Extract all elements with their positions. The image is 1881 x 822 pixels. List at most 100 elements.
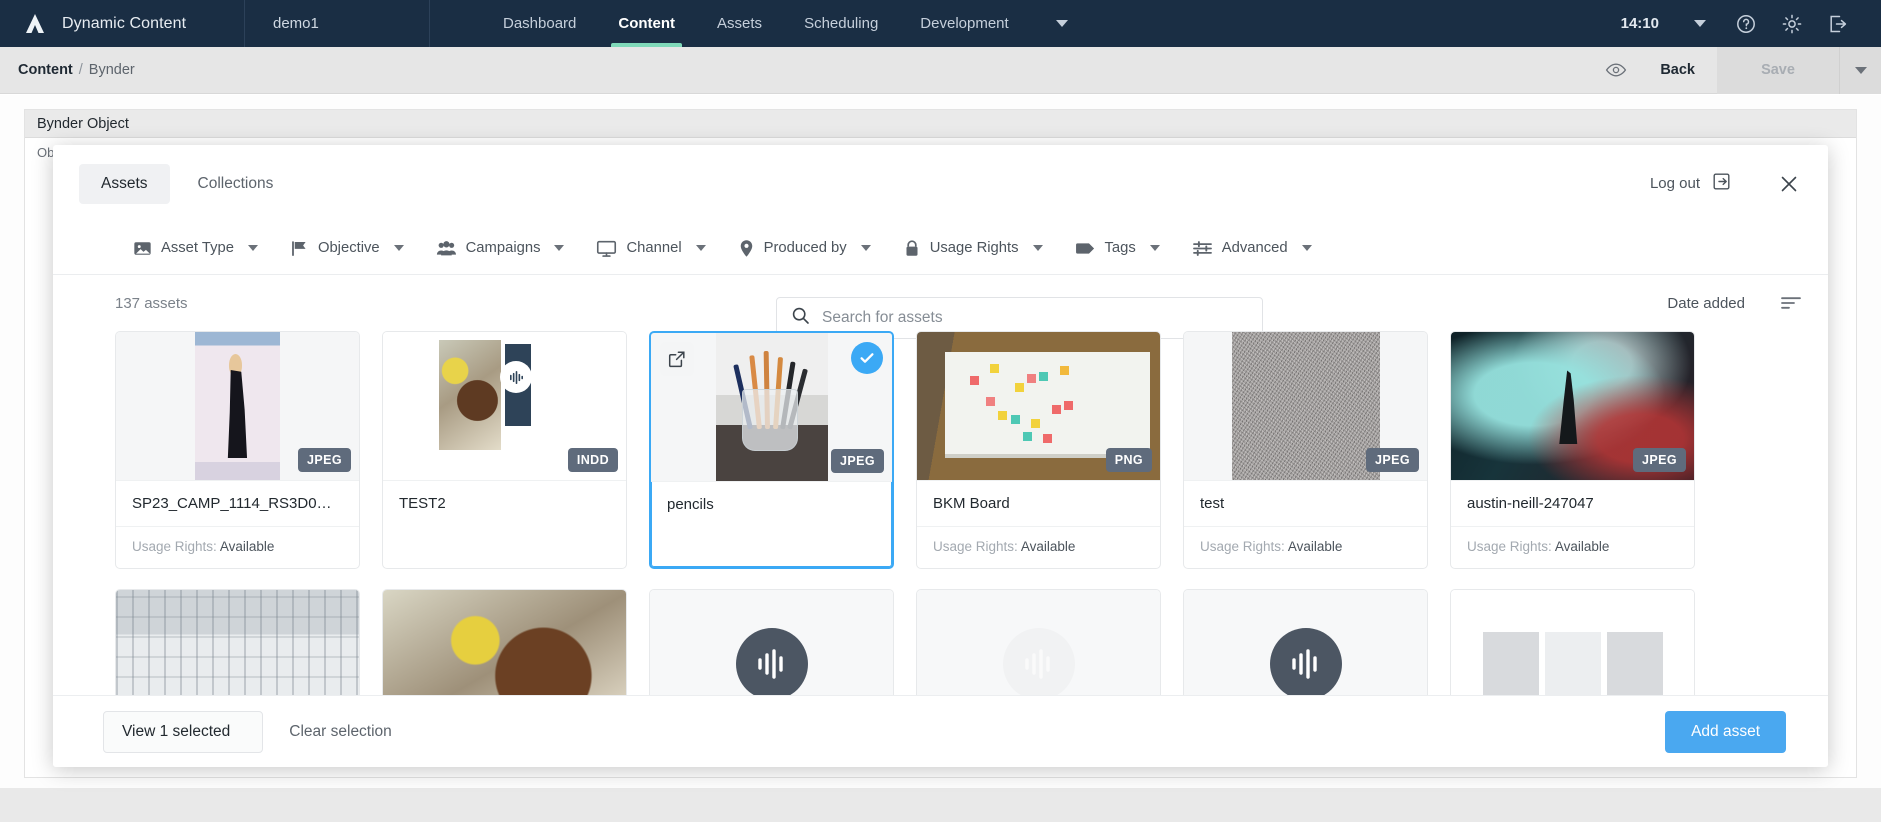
sliders-icon xyxy=(1192,239,1213,258)
asset-thumbnail xyxy=(1184,590,1427,695)
clock-dropdown-chevron-down-icon[interactable] xyxy=(1677,0,1723,47)
filter-objective-label: Objective xyxy=(318,240,380,256)
audio-waveform-icon xyxy=(736,628,808,695)
thumbnail-image-noise xyxy=(1232,332,1380,480)
gear-icon[interactable] xyxy=(1769,0,1815,47)
format-badge: JPEG xyxy=(1366,448,1419,472)
nav-tab-assets[interactable]: Assets xyxy=(696,0,783,47)
filter-asset-type[interactable]: Asset Type xyxy=(133,233,272,264)
filter-advanced[interactable]: Advanced xyxy=(1192,233,1326,264)
filter-channel[interactable]: Channel xyxy=(596,233,719,264)
brand-area[interactable]: Dynamic Content xyxy=(0,0,245,47)
sort-controls: Date added xyxy=(1667,295,1802,312)
asset-card-selected[interactable]: JPEG pencils xyxy=(649,331,894,569)
modal-tab-group: Assets Collections xyxy=(79,164,295,204)
selected-checkmark-icon[interactable] xyxy=(851,342,883,374)
usage-rights-label: Usage Rights: xyxy=(1467,539,1552,554)
asset-count: 137 assets xyxy=(115,295,188,312)
thumbnail-image-pencils xyxy=(716,333,828,481)
asset-thumbnail: JPEG xyxy=(1451,332,1694,480)
asset-usage-rights: Usage Rights: Available xyxy=(917,526,1160,568)
sort-direction-icon[interactable] xyxy=(1780,295,1802,311)
log-out-button[interactable]: Log out xyxy=(1644,163,1738,204)
chevron-down-icon xyxy=(554,245,564,251)
filter-tags-label: Tags xyxy=(1105,240,1136,256)
breadcrumb: Content / Bynder xyxy=(0,62,135,78)
breadcrumb-actions: Back Save xyxy=(1594,47,1881,94)
log-out-box-arrow-icon xyxy=(1711,171,1732,196)
sort-by-dropdown[interactable]: Date added xyxy=(1667,295,1756,312)
asset-thumbnail xyxy=(383,590,626,695)
help-icon[interactable] xyxy=(1723,0,1769,47)
audio-waveform-icon xyxy=(1003,628,1075,695)
format-badge: PNG xyxy=(1106,448,1152,472)
asset-thumbnail xyxy=(1451,590,1694,695)
save-dropdown-chevron-down-icon[interactable] xyxy=(1839,47,1881,94)
back-button[interactable]: Back xyxy=(1638,62,1717,78)
asset-card[interactable]: JPEG SP23_CAMP_1114_RS3D0… Usage Rights:… xyxy=(115,331,360,569)
usage-rights-value: Available xyxy=(1288,539,1343,554)
page-footer-strip xyxy=(0,788,1881,822)
asset-card[interactable] xyxy=(1450,589,1695,695)
asset-card[interactable]: JPEG austin-neill-247047 Usage Rights: A… xyxy=(1450,331,1695,569)
breadcrumb-separator: / xyxy=(79,62,83,78)
filter-produced-by[interactable]: Produced by xyxy=(738,233,885,264)
asset-card[interactable] xyxy=(1183,589,1428,695)
asset-card[interactable]: INDD TEST2 xyxy=(382,331,627,569)
asset-card[interactable] xyxy=(382,589,627,695)
search-icon xyxy=(791,306,810,330)
format-badge: JPEG xyxy=(831,449,884,473)
nav-tab-content[interactable]: Content xyxy=(597,0,696,47)
tab-assets[interactable]: Assets xyxy=(79,164,170,204)
log-out-label: Log out xyxy=(1650,175,1700,192)
close-icon[interactable] xyxy=(1772,167,1806,201)
sort-by-label: Date added xyxy=(1667,295,1745,312)
thumbnail-image-gray-set xyxy=(1451,590,1694,695)
asset-card[interactable] xyxy=(916,589,1161,695)
asset-grid-scroll-area[interactable]: JPEG SP23_CAMP_1114_RS3D0… Usage Rights:… xyxy=(53,331,1828,695)
nav-tab-dashboard[interactable]: Dashboard xyxy=(482,0,597,47)
nav-more-chevron-down-icon[interactable] xyxy=(1056,0,1068,47)
lock-icon xyxy=(903,239,921,258)
filter-usage-rights[interactable]: Usage Rights xyxy=(903,233,1057,264)
asset-thumbnail: JPEG xyxy=(116,332,359,480)
filter-channel-label: Channel xyxy=(626,240,681,256)
chevron-down-icon xyxy=(394,245,404,251)
breadcrumb-bynder[interactable]: Bynder xyxy=(89,62,135,78)
filter-objective[interactable]: Objective xyxy=(290,233,418,264)
asset-card[interactable] xyxy=(115,589,360,695)
flag-icon xyxy=(290,239,309,258)
usage-rights-value: Available xyxy=(220,539,275,554)
add-asset-button[interactable]: Add asset xyxy=(1665,711,1786,753)
thumbnail-image-food xyxy=(383,590,626,695)
asset-card[interactable]: PNG BKM Board Usage Rights: Available xyxy=(916,331,1161,569)
filter-produced-by-label: Produced by xyxy=(764,240,847,256)
people-icon xyxy=(436,239,457,258)
nav-tab-scheduling[interactable]: Scheduling xyxy=(783,0,899,47)
chevron-down-icon xyxy=(696,245,706,251)
nav-tab-development[interactable]: Development xyxy=(899,0,1029,47)
asset-grid: JPEG SP23_CAMP_1114_RS3D0… Usage Rights:… xyxy=(115,331,1766,695)
view-selected-button[interactable]: View 1 selected xyxy=(103,711,263,753)
clock-time: 14:10 xyxy=(1621,15,1659,32)
format-badge: INDD xyxy=(568,448,618,472)
asset-card[interactable] xyxy=(649,589,894,695)
preview-eye-icon[interactable] xyxy=(1594,47,1638,94)
asset-card[interactable]: JPEG test Usage Rights: Available xyxy=(1183,331,1428,569)
asset-usage-rights: Usage Rights: Available xyxy=(1451,526,1694,568)
filter-campaigns[interactable]: Campaigns xyxy=(436,233,579,264)
filter-usage-rights-label: Usage Rights xyxy=(930,240,1019,256)
breadcrumb-content[interactable]: Content xyxy=(18,62,73,78)
asset-thumbnail: JPEG xyxy=(651,333,892,481)
asset-title: test xyxy=(1184,480,1427,526)
modal-header-right: Log out xyxy=(1644,163,1806,204)
clear-selection-button[interactable]: Clear selection xyxy=(289,723,392,741)
logout-icon[interactable] xyxy=(1815,0,1861,47)
image-icon xyxy=(133,239,152,258)
usage-rights-label: Usage Rights: xyxy=(933,539,1018,554)
open-external-link-icon[interactable] xyxy=(660,342,694,376)
tab-collections[interactable]: Collections xyxy=(176,164,296,204)
account-name[interactable]: demo1 xyxy=(245,0,430,47)
filter-tags[interactable]: Tags xyxy=(1075,234,1174,263)
main-nav-tabs: Dashboard Content Assets Scheduling Deve… xyxy=(482,0,1068,47)
